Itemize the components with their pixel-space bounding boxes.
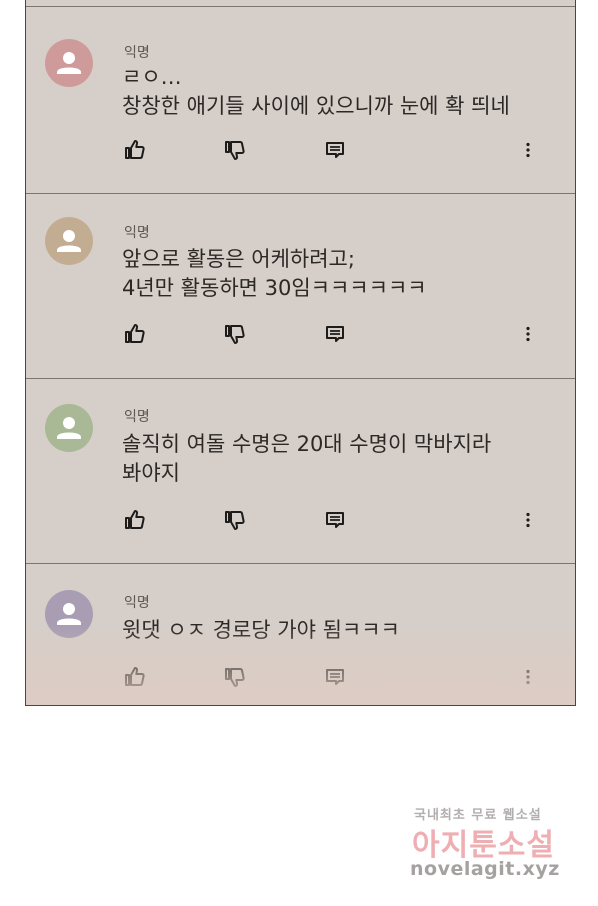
comment-icon xyxy=(326,512,344,528)
watermark: 국내최초 무료 웹소설 아지툰소설 novelagit.xyz xyxy=(408,798,584,890)
dislike-button[interactable] xyxy=(223,665,247,689)
more-vertical-icon xyxy=(526,512,530,528)
thumbs-up-icon xyxy=(125,324,145,343)
dislike-button[interactable] xyxy=(223,322,247,346)
comment-author: 익명 xyxy=(124,595,150,611)
comment-item: 익명 앞으로 활동은 어케하려고; 4년만 활동하면 30임ㅋㅋㅋㅋㅋㅋ xyxy=(26,193,575,378)
comment-item: 익명 윗댓 ㅇㅈ 경로당 가야 됨ㅋㅋㅋ xyxy=(26,563,575,705)
reply-button[interactable] xyxy=(323,665,347,689)
more-options-button[interactable] xyxy=(516,322,540,346)
comment-icon xyxy=(326,669,344,685)
avatar[interactable] xyxy=(45,217,93,265)
comment-text: ㄹㅇ… 창창한 애기들 사이에 있으니까 눈에 확 띄네 xyxy=(122,65,510,118)
avatar[interactable] xyxy=(45,404,93,452)
comment-author: 익명 xyxy=(124,225,150,241)
comment-text: 앞으로 활동은 어케하려고; 4년만 활동하면 30임ㅋㅋㅋㅋㅋㅋ xyxy=(122,247,427,300)
comment-author: 익명 xyxy=(124,45,150,61)
comment-actions xyxy=(26,138,575,162)
avatar[interactable] xyxy=(45,39,93,87)
dislike-button[interactable] xyxy=(223,138,247,162)
comment-actions xyxy=(26,322,575,346)
comments-panel: 익명 ㄹㅇ… 창창한 애기들 사이에 있으니까 눈에 확 띄네 익명 앞으로 활… xyxy=(25,0,576,706)
thumbs-up-icon xyxy=(125,667,145,686)
user-icon xyxy=(57,52,81,74)
thumbs-down-icon xyxy=(225,141,245,160)
comment-item: 익명 솔직히 여돌 수명은 20대 수명이 막바지라 봐야지 xyxy=(26,378,575,563)
user-icon xyxy=(57,230,81,252)
more-vertical-icon xyxy=(526,142,530,158)
reply-button[interactable] xyxy=(323,322,347,346)
user-icon xyxy=(57,417,81,439)
more-vertical-icon xyxy=(526,669,530,685)
watermark-url: novelagit.xyz xyxy=(410,858,560,880)
thumbs-up-icon xyxy=(125,510,145,529)
reply-button[interactable] xyxy=(323,508,347,532)
thumbs-up-icon xyxy=(125,140,145,159)
comment-actions xyxy=(26,665,575,689)
like-button[interactable] xyxy=(123,138,147,162)
more-vertical-icon xyxy=(526,326,530,342)
like-button[interactable] xyxy=(123,508,147,532)
avatar[interactable] xyxy=(45,590,93,638)
comment-text: 솔직히 여돌 수명은 20대 수명이 막바지라 봐야지 xyxy=(122,432,492,485)
comment-actions xyxy=(26,508,575,532)
thumbs-down-icon xyxy=(225,511,245,530)
comment-text: 윗댓 ㅇㅈ 경로당 가야 됨ㅋㅋㅋ xyxy=(122,618,400,642)
like-button[interactable] xyxy=(123,665,147,689)
dislike-button[interactable] xyxy=(223,508,247,532)
more-options-button[interactable] xyxy=(516,138,540,162)
thumbs-down-icon xyxy=(225,668,245,687)
thumbs-down-icon xyxy=(225,325,245,344)
like-button[interactable] xyxy=(123,322,147,346)
reply-button[interactable] xyxy=(323,138,347,162)
comment-author: 익명 xyxy=(124,409,150,425)
comment-icon xyxy=(326,142,344,158)
user-icon xyxy=(57,603,81,625)
comment-item: 익명 ㄹㅇ… 창창한 애기들 사이에 있으니까 눈에 확 띄네 xyxy=(26,6,575,193)
more-options-button[interactable] xyxy=(516,665,540,689)
comment-icon xyxy=(326,326,344,342)
more-options-button[interactable] xyxy=(516,508,540,532)
